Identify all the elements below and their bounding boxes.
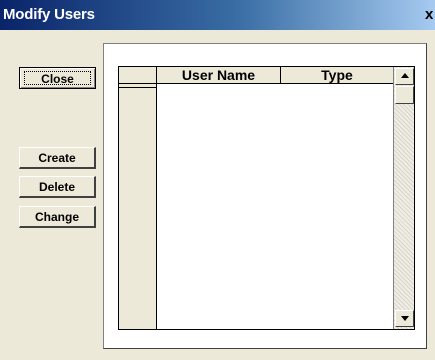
column-header-user-name[interactable]: User Name (157, 67, 281, 84)
scroll-thumb[interactable] (395, 86, 414, 104)
scroll-up-button[interactable] (395, 68, 414, 85)
delete-button[interactable]: Delete (19, 176, 96, 198)
close-button-label: Close (24, 71, 91, 86)
create-button[interactable]: Create (19, 147, 96, 169)
scroll-down-button[interactable] (395, 310, 414, 327)
window-title: Modify Users (3, 6, 95, 23)
modify-users-window: Modify Users x Close Create Delete Chang… (0, 0, 435, 360)
close-button[interactable]: Close (19, 67, 96, 89)
change-button[interactable]: Change (19, 206, 96, 228)
users-table[interactable]: User Name Type (118, 66, 415, 330)
vertical-scrollbar[interactable] (393, 67, 414, 329)
scroll-down-icon (401, 316, 409, 321)
column-header-type[interactable]: Type (281, 67, 393, 84)
close-window-icon[interactable]: x (425, 6, 433, 23)
table-corner-cell (119, 67, 157, 84)
title-bar[interactable]: Modify Users x (0, 0, 435, 30)
row-header-column (119, 67, 157, 329)
row-header-divider (119, 87, 156, 88)
scroll-up-icon (401, 73, 409, 78)
